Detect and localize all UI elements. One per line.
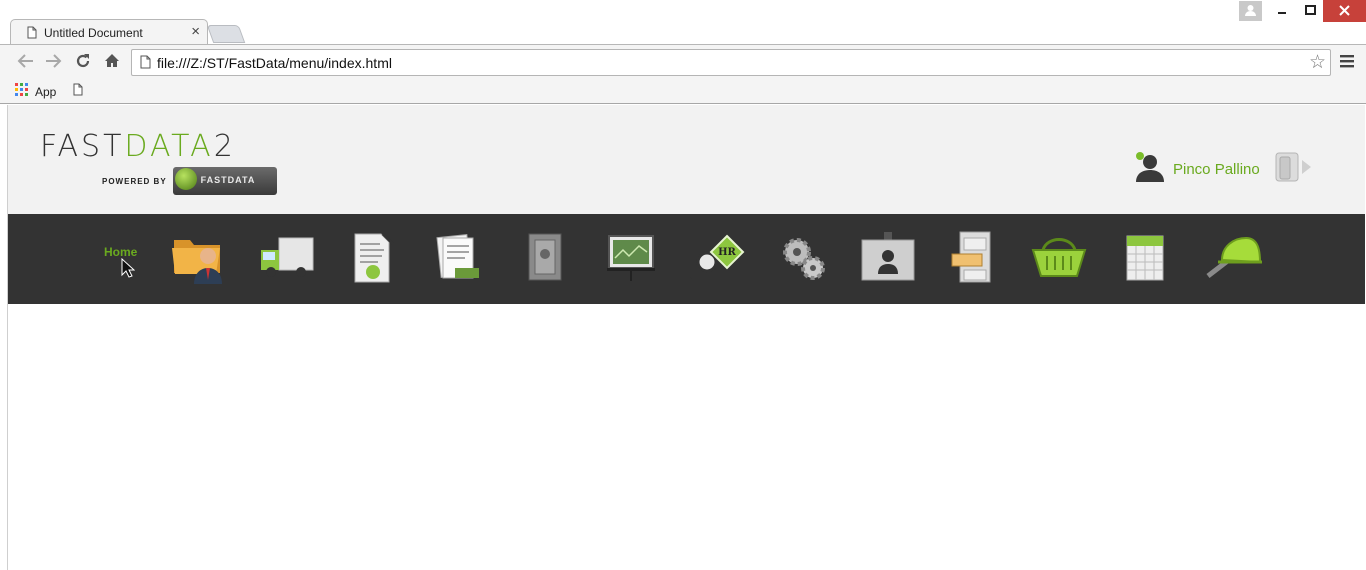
maximize-button[interactable] <box>1296 0 1324 22</box>
mouse-cursor-icon <box>121 257 136 283</box>
nav-calendar-icon[interactable] <box>1115 228 1175 288</box>
nav-home-link[interactable]: Home <box>104 245 137 259</box>
bookmarks-bar: App <box>0 78 1366 104</box>
tab-title: Untitled Document <box>44 26 143 40</box>
bookmark-star-icon[interactable]: ☆ <box>1309 51 1326 74</box>
nav-helmet-wrench-icon[interactable] <box>1202 228 1262 288</box>
fastdata-logo[interactable]: FASTDATA2 <box>40 129 236 164</box>
nav-certificate-document-icon[interactable] <box>343 228 403 288</box>
logo-part-1: FAST <box>40 129 125 164</box>
browser-titlebar: Untitled Document × <box>0 0 1366 45</box>
main-navbar: Home HR <box>8 214 1365 304</box>
bookmark-page-icon[interactable] <box>73 83 83 101</box>
close-tab-icon[interactable]: × <box>191 23 200 40</box>
home-button[interactable] <box>104 53 120 73</box>
user-area: Pinco Pallino <box>1133 151 1314 188</box>
nav-presentation-board-icon[interactable] <box>601 228 661 288</box>
back-button[interactable] <box>17 53 34 73</box>
url-text[interactable]: file:///Z:/ST/FastData/menu/index.html <box>157 55 392 71</box>
nav-folder-user-icon[interactable] <box>170 228 230 288</box>
nav-id-badge-icon[interactable] <box>858 228 918 288</box>
browser-toolbar: file:///Z:/ST/FastData/menu/index.html ☆ <box>0 44 1366 78</box>
logo-part-3: 2 <box>213 129 236 164</box>
browser-tab[interactable]: Untitled Document × <box>10 19 208 45</box>
reload-button[interactable] <box>75 53 91 74</box>
fastdata-badge: FASTDATA <box>172 167 277 195</box>
svg-text:HR: HR <box>718 247 736 258</box>
menu-icon[interactable] <box>1340 54 1354 73</box>
nav-filing-cabinet-icon[interactable] <box>944 228 1004 288</box>
page-icon <box>27 26 37 44</box>
address-bar[interactable]: file:///Z:/ST/FastData/menu/index.html ☆ <box>131 49 1331 76</box>
nav-hr-search-icon[interactable]: HR <box>687 228 747 288</box>
page-icon <box>140 55 151 74</box>
nav-delivery-truck-icon[interactable] <box>257 228 317 288</box>
nav-safe-icon[interactable] <box>515 228 575 288</box>
logout-icon[interactable] <box>1274 151 1314 188</box>
apps-grid-icon <box>15 83 29 100</box>
apps-shortcut[interactable]: App <box>15 83 56 100</box>
user-avatar-icon <box>1133 151 1167 188</box>
user-name[interactable]: Pinco Pallino <box>1173 161 1260 178</box>
close-window-button[interactable] <box>1323 0 1366 22</box>
powered-by: POWERED BY FASTDATA <box>102 167 277 195</box>
forward-button[interactable] <box>45 53 62 73</box>
apps-label: App <box>35 84 57 99</box>
new-tab-button[interactable] <box>206 25 246 43</box>
minimize-button[interactable] <box>1268 0 1296 22</box>
nav-gears-icon[interactable] <box>773 228 833 288</box>
powered-by-label: POWERED BY <box>102 176 167 186</box>
logo-part-2: DATA <box>124 129 214 164</box>
profile-icon[interactable] <box>1239 1 1262 21</box>
nav-documents-money-icon[interactable] <box>429 228 489 288</box>
page-viewport: FASTDATA2 POWERED BY FASTDATA Pinco Pall… <box>7 105 1365 570</box>
site-header: FASTDATA2 POWERED BY FASTDATA Pinco Pall… <box>8 105 1365 214</box>
badge-text: FASTDATA <box>200 175 256 185</box>
nav-shopping-basket-icon[interactable] <box>1029 228 1089 288</box>
